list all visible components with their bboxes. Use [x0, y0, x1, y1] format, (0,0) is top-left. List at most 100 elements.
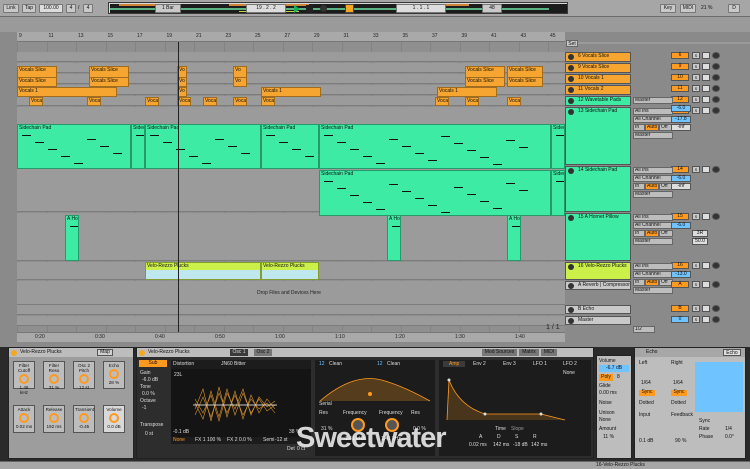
solo-button[interactable]: S [692, 262, 700, 269]
send-inf[interactable]: -inf [671, 183, 691, 190]
track-lane[interactable] [17, 213, 565, 261]
wavetable-name[interactable]: JN60 Bitter [221, 361, 246, 367]
map-button[interactable]: Map [97, 349, 113, 356]
record-arm-button[interactable] [702, 63, 710, 70]
track-activator[interactable] [712, 316, 720, 323]
track-header[interactable]: Master [565, 316, 631, 325]
track-fold-icon[interactable] [568, 109, 574, 115]
track-header[interactable]: 16 Velo-Rezzo Plucks [565, 262, 631, 280]
macro-1[interactable]: Filter Cutoff 1.46 kHz [13, 361, 35, 395]
monitor-in[interactable]: In [633, 183, 645, 190]
track-fold-icon[interactable] [568, 215, 574, 221]
volume-value[interactable]: -6.7 dB [599, 365, 629, 372]
solo-button[interactable]: S [692, 74, 700, 81]
track-activator[interactable] [712, 107, 720, 114]
arrangement-position[interactable]: 1 . 1 . 1 [396, 4, 446, 13]
output-routing[interactable]: Master [633, 191, 673, 198]
input-type[interactable]: All Ins [633, 167, 673, 174]
track-header[interactable]: 15 A Hornet Pillow [565, 213, 631, 261]
record-arm-button[interactable] [702, 305, 710, 312]
left-division[interactable]: 1/64 [641, 380, 651, 386]
clip[interactable]: Sidechain Pad [319, 170, 551, 216]
monitor-in[interactable]: In [633, 124, 645, 131]
track-number[interactable]: 0 [671, 316, 689, 323]
poly-voices[interactable]: 8 [617, 374, 620, 380]
feedback-value[interactable]: 90 % [675, 438, 686, 444]
mod-tab[interactable]: LFO 1 [533, 361, 547, 367]
track-fold-icon[interactable] [568, 87, 574, 93]
output-routing[interactable]: Master [633, 238, 673, 245]
record-arm-button[interactable] [702, 281, 710, 288]
track-volume[interactable]: -17.8 [671, 116, 691, 123]
tempo-field[interactable]: 100.00 [39, 4, 63, 13]
left-mode[interactable]: Dotted [639, 400, 654, 406]
envelope-graph[interactable] [445, 376, 585, 422]
track-activator[interactable] [712, 305, 720, 312]
solo-button[interactable]: S [692, 96, 700, 103]
track-volume[interactable]: -6.0 [671, 105, 691, 112]
phase-value[interactable]: 0.0° [725, 434, 734, 440]
device-power-icon[interactable] [11, 350, 17, 356]
input-type[interactable]: All Ins [633, 214, 673, 221]
record-arm-button[interactable] [702, 213, 710, 220]
monitor-auto[interactable]: Auto [645, 230, 659, 237]
monitor-auto[interactable]: Auto [645, 124, 659, 131]
monitor-off[interactable]: Off [659, 230, 673, 237]
track-number[interactable]: 15 [671, 213, 689, 220]
filter2-slope[interactable]: 12 [377, 361, 383, 367]
routing-label[interactable]: Serial [319, 401, 332, 407]
track-activator[interactable] [712, 166, 720, 173]
fx1-amount[interactable]: FX 1 100 % [195, 437, 221, 443]
link-button[interactable]: Link [3, 4, 19, 13]
clip[interactable]: Sidechain Pad [261, 124, 319, 169]
right-division[interactable]: 1/64 [673, 380, 683, 386]
clip[interactable]: Sidec [551, 170, 565, 216]
monitor-in[interactable]: In [633, 279, 645, 286]
send-amount[interactable]: 50.0 [692, 238, 708, 245]
arrangement-timeline[interactable]: Vocals Slice Vocals Slice Vo Vo Vocals Slice… [17, 42, 565, 332]
echo-tab[interactable]: Echo [723, 349, 741, 356]
semi-value[interactable]: -12 st [275, 437, 288, 443]
mod-tab[interactable]: Env 2 [473, 361, 486, 367]
time-signature-numerator[interactable]: 4 [66, 4, 76, 13]
solo-button[interactable]: S [692, 316, 700, 323]
clip[interactable]: Sidechain Pad [145, 124, 261, 169]
play-icon[interactable] [294, 5, 300, 13]
track-pan[interactable]: 3R [692, 230, 708, 237]
track-lane[interactable] [17, 305, 565, 315]
record-arm-button[interactable] [702, 74, 710, 81]
track-number[interactable]: 11 [671, 85, 689, 92]
clip[interactable]: A Hor [65, 215, 79, 261]
track-number[interactable]: 12 [671, 96, 689, 103]
track-header[interactable]: 11 Vocals 2 [565, 85, 631, 95]
input-value[interactable]: 0.1 dB [639, 438, 653, 444]
track-number[interactable]: 6 [671, 52, 689, 59]
output-routing[interactable]: Master [633, 287, 673, 294]
monitor-auto[interactable]: Auto [645, 183, 659, 190]
track-lane[interactable] [17, 316, 565, 326]
beat-time-ruler[interactable]: 9 11 13 15 17 19 21 23 25 27 29 31 33 35 37 39 41 43 45 [17, 32, 565, 42]
release-value[interactable]: 142 ms [531, 442, 547, 448]
poly-button[interactable]: Poly [599, 374, 613, 381]
clip[interactable]: Vo [233, 77, 247, 87]
filter2-type[interactable]: Clean [387, 361, 400, 367]
attack-value[interactable]: 0.02 ms [469, 442, 487, 448]
osc-level-value[interactable]: -0.1 dB [173, 429, 189, 435]
clip[interactable]: Velo-Rezzo Plucks [145, 262, 261, 280]
distortion-label[interactable]: Distortion [173, 361, 194, 367]
clip[interactable]: Vocal [507, 97, 521, 106]
record-arm-button[interactable] [702, 52, 710, 59]
quantize-menu[interactable]: 1 Bar [155, 4, 181, 13]
time-signature-denominator[interactable]: 4 [83, 4, 93, 13]
fx-mode[interactable]: None [173, 437, 185, 443]
track-header[interactable]: 10 Vocals 1 [565, 74, 631, 84]
position-value[interactable]: 23L [174, 372, 182, 378]
clip[interactable]: Vocal [87, 97, 101, 106]
record-arm-button[interactable] [702, 107, 710, 114]
automation-arm-icon[interactable] [345, 4, 354, 13]
record-arm-button[interactable] [702, 166, 710, 173]
track-activator[interactable] [712, 281, 720, 288]
clip[interactable]: Sidec [551, 124, 565, 169]
gain-value[interactable]: -6.0 dB [142, 377, 158, 383]
input-type[interactable]: All Ins [633, 263, 673, 270]
